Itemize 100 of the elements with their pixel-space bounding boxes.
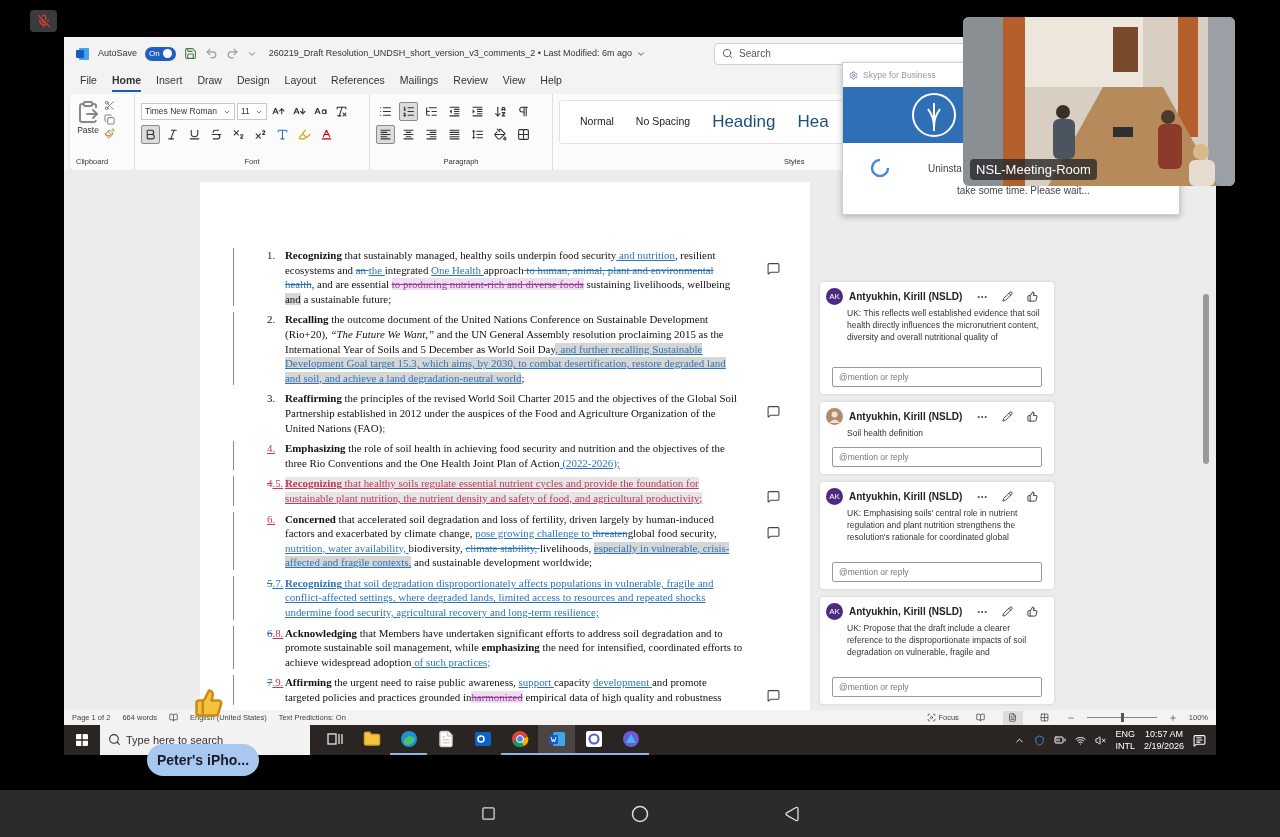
paste-button[interactable]: Paste	[76, 100, 100, 139]
participant-toast: Peter's iPho...	[147, 744, 260, 776]
decrease-indent-icon	[448, 105, 461, 118]
task-view-icon[interactable]	[326, 732, 343, 746]
document-icon[interactable]	[436, 730, 455, 748]
reply-field[interactable]: @mention or reply	[832, 447, 1042, 467]
clock-time[interactable]: 10:57 AM	[1144, 728, 1183, 740]
reply-field[interactable]: @mention or reply	[832, 562, 1042, 582]
menu-tab[interactable]: File	[80, 72, 97, 92]
comment-marker-icon[interactable]	[767, 689, 780, 703]
justify-icon	[448, 128, 461, 141]
pilcrow-icon	[517, 105, 530, 118]
like-icon[interactable]	[1027, 606, 1038, 617]
keyboard-layout[interactable]: INTL	[1115, 740, 1135, 752]
comment-author: Antyukhin, Kirill (NSLD)	[849, 490, 963, 504]
shield-icon[interactable]	[1034, 734, 1046, 746]
align-left-button[interactable]	[376, 125, 395, 144]
like-icon[interactable]	[1027, 411, 1038, 422]
comment-marker-icon[interactable]	[767, 490, 780, 504]
paragraph-text: Recognizing that sustainably managed, healthy soils underpin food security and nutrition, resilient ecosystems and an the integrated One Health approach to human, animal, plant and environmental health, and are essential to producing nutrient-rich and diverse foods sustaining livelihoods, wellbeing and a sustainable future;	[285, 248, 732, 307]
app-icon[interactable]	[584, 730, 603, 748]
list-number: 4.5.	[267, 476, 285, 492]
multilevel-list-icon	[425, 105, 438, 118]
comment-marker-icon[interactable]	[767, 262, 780, 275]
wifi-icon[interactable]	[1075, 734, 1087, 746]
align-center-icon	[402, 128, 415, 141]
menu-tab[interactable]: Design	[236, 72, 270, 92]
back-icon[interactable]	[783, 805, 800, 822]
page-icon	[1008, 713, 1018, 722]
speaker-muted-icon[interactable]	[1095, 734, 1107, 746]
comment-marker-icon[interactable]	[767, 525, 780, 539]
edit-icon[interactable]	[1002, 291, 1013, 302]
menu-tab[interactable]: Insert	[156, 72, 183, 92]
start-icon[interactable]	[74, 732, 90, 748]
paragraph-text: Affirming the urgent need to raise public awareness, support capacity development and promote targeted policies and practices grounded inharmonized empirical data of high quality and robustness	[285, 675, 723, 705]
menu-tab[interactable]: Draw	[197, 72, 222, 92]
bold-button[interactable]	[141, 125, 160, 144]
browser-icon[interactable]	[399, 730, 418, 748]
book-icon	[976, 713, 986, 722]
scrollbar-thumb[interactable]	[1203, 294, 1209, 464]
menu-tab[interactable]: Home	[111, 72, 142, 92]
highlighter-icon	[298, 128, 311, 141]
menu-tab[interactable]: View	[502, 72, 526, 92]
dialog-message: take some time. Please wait...	[956, 184, 1091, 198]
reply-field[interactable]: @mention or reply	[832, 677, 1042, 697]
menu-tab[interactable]: Review	[453, 72, 488, 92]
comment-marker-icon[interactable]	[767, 405, 780, 419]
clock-date[interactable]: 2/19/2026	[1143, 740, 1184, 752]
numbering-button[interactable]	[399, 102, 418, 121]
battery-icon[interactable]	[1054, 734, 1067, 746]
mail-app-icon[interactable]	[473, 730, 492, 748]
cut-icon[interactable]	[104, 100, 115, 111]
document-title[interactable]: 260219_Draft Resolution_UNDSH_short_version_v3_comments_2 • Last Modified: 6m ago	[268, 46, 633, 61]
menu-tab[interactable]: Mailings	[399, 72, 439, 92]
paragraph-text: Recalling the outcome document of the United Nations Conference on Sustainable Development (Rio+20), “The Future We Want,” and the UN General Assembly resolution proclaiming 2015 as the International Year of Soils and 5 December as World Soil Day, and further recalling Sustainable Development Goal target 15.3, which aims, by 2030, to combat desertification, restore degraded land and soil, and achieve a land degradation-neutral world;	[285, 312, 727, 386]
zoom-thumb[interactable]	[1120, 713, 1124, 722]
edit-icon[interactable]	[1002, 411, 1013, 422]
font-size-select[interactable]: 11	[237, 103, 267, 120]
word-app-icon[interactable]	[547, 730, 566, 748]
assistant-app-icon[interactable]	[621, 730, 640, 748]
mic-button[interactable]	[30, 10, 57, 32]
edit-icon[interactable]	[1002, 606, 1013, 617]
paragraph-text: Emphasizing the role of soil health in achieving food security and nutrition and the objectives of the three Rio Conventions and the One Health Joint Plan of Action (2022-2026);	[285, 441, 726, 471]
gear-icon	[849, 70, 858, 80]
increase-indent-icon	[471, 105, 484, 118]
room-label: NSL-Meeting-Room	[970, 158, 1097, 180]
recents-icon[interactable]	[480, 806, 496, 821]
font-name-select[interactable]: Times New Roman	[141, 103, 235, 120]
menu-tab[interactable]: Help	[540, 72, 562, 92]
format-painter-icon[interactable]	[104, 128, 115, 139]
style-option[interactable]: Heading	[712, 109, 776, 135]
folder-icon[interactable]	[362, 730, 381, 748]
paragraph-text: Acknowledging that Members have undertaken significant efforts to address soil degradation and to promote sustainable soil management, while emphasizing the need for intensified, coordinated efforts to achieve widespread adoption of such practices;	[285, 625, 743, 670]
save-icon[interactable]	[183, 47, 197, 60]
like-icon[interactable]	[1027, 291, 1038, 302]
home-icon[interactable]	[630, 804, 649, 823]
proofing-icon[interactable]	[169, 713, 178, 722]
notifications-icon[interactable]	[1193, 733, 1206, 747]
bullets-icon	[379, 105, 392, 118]
list-number: 4.	[267, 441, 277, 457]
style-option[interactable]: Hea	[797, 109, 829, 135]
list-number: 6.	[267, 511, 277, 527]
comment-text: Soil health definition	[846, 427, 925, 439]
search-icon	[722, 47, 734, 59]
line-spacing-icon	[471, 128, 484, 141]
copy-icon[interactable]	[104, 114, 115, 125]
reply-field[interactable]: @mention or reply	[832, 367, 1042, 387]
borders-icon	[517, 128, 530, 141]
focus-icon	[927, 713, 937, 722]
autosave-toggle[interactable]: On	[145, 46, 176, 61]
font-color-icon	[320, 128, 333, 141]
menu-tab[interactable]: Layout	[284, 72, 317, 92]
style-option[interactable]: No Spacing	[635, 114, 691, 130]
view-button[interactable]	[1002, 710, 1023, 725]
zoom-in-icon[interactable]	[1168, 713, 1177, 722]
menu-tab[interactable]: References	[331, 72, 385, 92]
like-icon[interactable]	[1027, 491, 1038, 502]
input-language[interactable]: ENG	[1115, 728, 1135, 740]
edit-icon[interactable]	[1002, 491, 1013, 502]
style-option[interactable]: Normal	[580, 114, 614, 130]
